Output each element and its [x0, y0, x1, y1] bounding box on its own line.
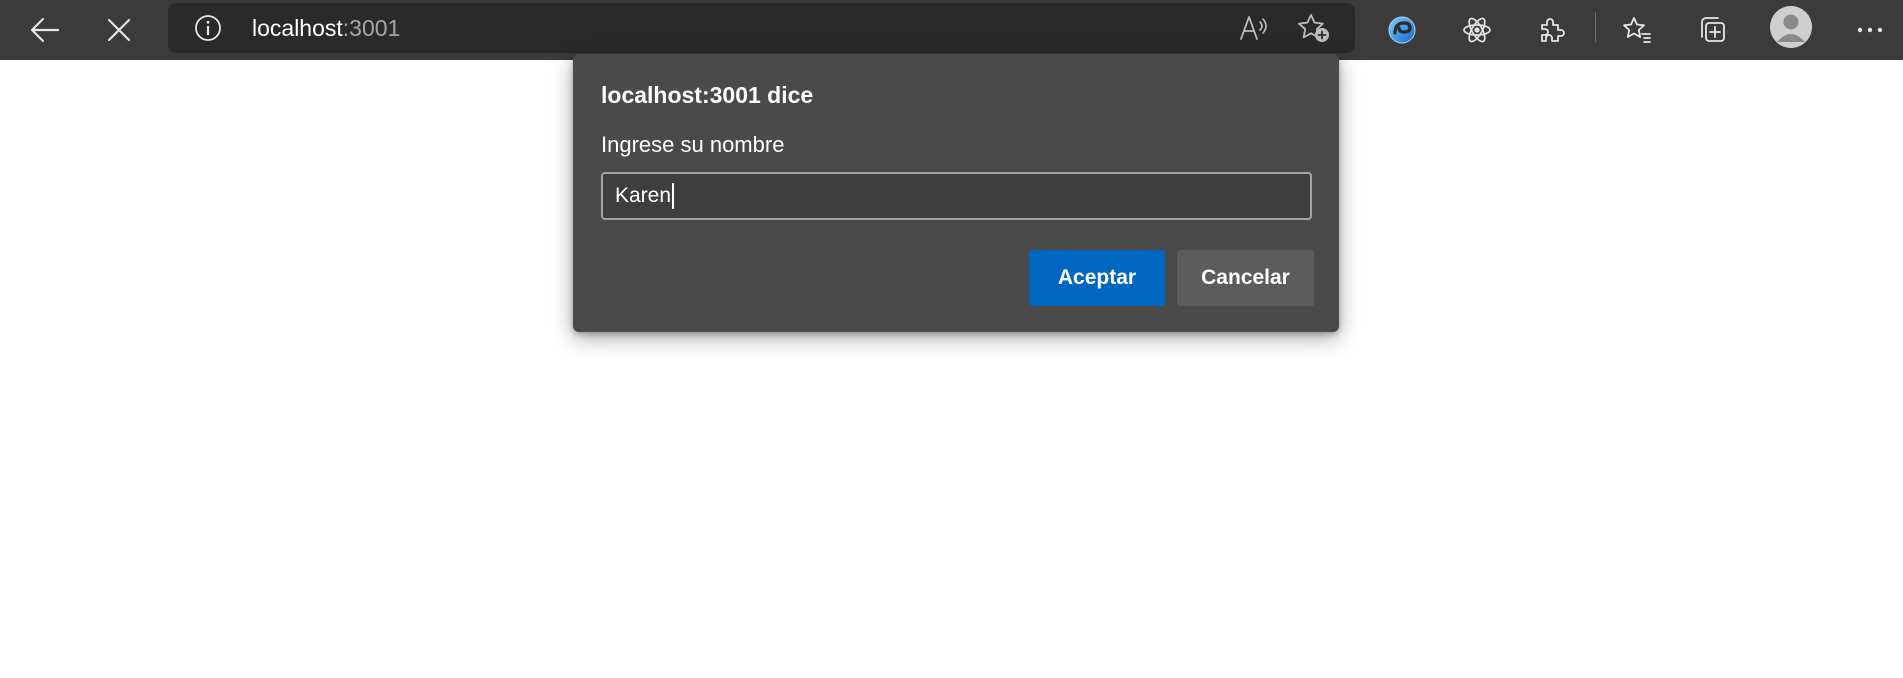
- react-devtools-icon: [1463, 17, 1491, 43]
- dialog-title: localhost:3001 dice: [601, 82, 814, 108]
- url-text[interactable]: localhost:3001: [252, 15, 400, 41]
- read-aloud-icon[interactable]: [1238, 12, 1274, 44]
- more-ellipsis-icon: [1857, 27, 1883, 33]
- favorites-icon: [1623, 17, 1651, 43]
- collections-button[interactable]: [1690, 8, 1734, 52]
- extensions-button[interactable]: [1530, 8, 1574, 52]
- name-input-value: Karen: [615, 184, 672, 207]
- extensions-puzzle-icon: [1541, 18, 1565, 42]
- react-devtools-button[interactable]: [1455, 8, 1499, 52]
- url-port: :3001: [342, 15, 401, 41]
- info-icon[interactable]: [194, 14, 222, 42]
- back-arrow-icon: [30, 17, 60, 43]
- profile-avatar-icon: [1770, 6, 1812, 48]
- ie-mode-icon: [1388, 16, 1416, 44]
- toolbar-separator: [1595, 12, 1596, 42]
- add-favorite-icon[interactable]: [1296, 12, 1332, 44]
- profile-button[interactable]: [1770, 6, 1812, 48]
- url-host: localhost: [252, 15, 343, 41]
- address-bar[interactable]: localhost:3001: [168, 3, 1355, 53]
- stop-loading-button[interactable]: [97, 8, 141, 52]
- accept-button[interactable]: Aceptar: [1029, 250, 1165, 306]
- text-caret: [672, 183, 675, 209]
- ie-mode-button[interactable]: [1380, 8, 1424, 52]
- prompt-dialog: localhost:3001 dice Ingrese su nombre Ka…: [573, 54, 1339, 332]
- back-button[interactable]: [23, 8, 67, 52]
- collections-icon: [1701, 17, 1725, 42]
- close-icon: [107, 18, 131, 42]
- more-options-button[interactable]: [1848, 8, 1892, 52]
- browser-toolbar: localhost:3001: [0, 0, 1903, 60]
- favorites-button[interactable]: [1615, 8, 1659, 52]
- cancel-button[interactable]: Cancelar: [1177, 250, 1314, 306]
- name-input[interactable]: Karen: [601, 172, 1312, 220]
- dialog-message: Ingrese su nombre: [601, 132, 785, 157]
